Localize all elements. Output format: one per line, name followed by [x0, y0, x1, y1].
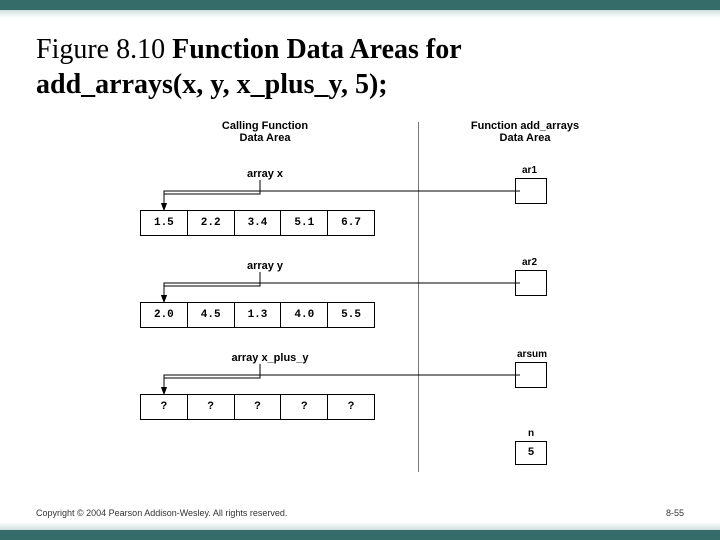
arrows-svg: [110, 120, 610, 490]
slide-title: Figure 8.10 Function Data Areas for add_…: [36, 32, 690, 102]
slide: Figure 8.10 Function Data Areas for add_…: [0, 0, 720, 540]
figure-call: add_arrays(x, y, x_plus_y, 5);: [36, 69, 388, 100]
copyright-text: Copyright © 2004 Pearson Addison-Wesley.…: [36, 508, 287, 518]
figure-number: Figure 8.10: [36, 34, 172, 65]
figure-diagram: Calling Function Data Area Function add_…: [110, 120, 610, 490]
page-number: 8-55: [666, 508, 684, 518]
figure-title: Function Data Areas for: [172, 34, 462, 65]
